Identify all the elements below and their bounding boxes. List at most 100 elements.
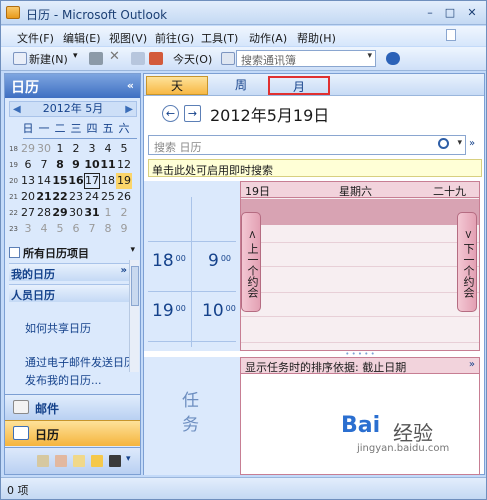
maximize-button[interactable]: □	[441, 6, 459, 20]
help-question-box[interactable]	[446, 29, 456, 41]
mini-calendar-day[interactable]: 31	[84, 205, 100, 221]
calendar-search-input[interactable]: 搜索 日历 ▾	[148, 135, 466, 155]
mini-calendar-day[interactable]: 30	[36, 141, 52, 157]
all-calendar-items-dropdown[interactable]: 所有日历项目 ▾	[9, 245, 137, 263]
collapse-pane-icon[interactable]: «	[127, 79, 134, 92]
collapse-tasks-icon[interactable]: »	[469, 359, 475, 370]
mini-calendar-day[interactable]: 8	[52, 157, 68, 173]
new-dropdown-arrow[interactable]: ▾	[73, 51, 78, 61]
minimize-button[interactable]: –	[421, 6, 439, 20]
mini-calendar-day[interactable]: 4	[100, 141, 116, 157]
mini-calendar-day[interactable]: 7	[36, 157, 52, 173]
menu-edit[interactable]: 编辑(E)	[63, 30, 101, 46]
shortcuts-icon[interactable]	[109, 455, 121, 467]
menu-view[interactable]: 视图(V)	[109, 30, 147, 46]
chevron-down-icon[interactable]: ▾	[367, 51, 372, 61]
mini-calendar-day[interactable]: 6	[20, 157, 36, 173]
notes-icon[interactable]	[73, 455, 85, 467]
print-icon[interactable]	[89, 52, 103, 65]
tab-day[interactable]: 天	[146, 76, 208, 95]
publish-calendar-link[interactable]: 发布我的日历...	[25, 372, 102, 388]
prev-month-icon[interactable]: ◀	[13, 103, 21, 117]
next-day-button[interactable]: →	[184, 105, 201, 122]
next-month-icon[interactable]: ▶	[125, 103, 133, 117]
collapse-group-icon[interactable]: »	[121, 265, 127, 276]
mini-calendar-day[interactable]: 1	[100, 205, 116, 221]
mini-calendar-day[interactable]: 10	[84, 157, 100, 173]
mini-calendar-day[interactable]: 8	[100, 221, 116, 237]
mini-calendar-day[interactable]: 20	[20, 189, 36, 205]
calendar-grid-icon[interactable]	[149, 52, 163, 65]
menu-file[interactable]: 文件(F)	[17, 30, 54, 46]
mini-calendar-day[interactable]: 22	[52, 189, 68, 205]
move-icon[interactable]	[131, 52, 145, 65]
share-calendar-link[interactable]: 如何共享日历	[25, 320, 91, 336]
mini-calendar-day[interactable]: 1	[52, 141, 68, 157]
expand-query-builder-icon[interactable]: »	[469, 138, 475, 149]
contacts-icon[interactable]	[37, 455, 49, 467]
mail-button[interactable]: 邮件	[5, 394, 140, 420]
mini-calendar-day[interactable]: 4	[36, 221, 52, 237]
mini-calendar-day[interactable]: 27	[20, 205, 36, 221]
mini-calendar-day[interactable]: 7	[84, 221, 100, 237]
email-calendar-link[interactable]: 通过电子邮件发送日历	[25, 354, 135, 370]
mini-calendar-day[interactable]: 29	[52, 205, 68, 221]
mini-calendar-day[interactable]: 25	[100, 189, 116, 205]
mini-calendar-day[interactable]: 29	[20, 141, 36, 157]
next-appointment-button[interactable]: > 下一个约会	[457, 212, 477, 312]
mini-calendar-day[interactable]: 14	[36, 173, 52, 189]
mini-calendar-day[interactable]: 5	[116, 141, 132, 157]
mini-calendar-day[interactable]: 5	[52, 221, 68, 237]
mini-calendar-day[interactable]: 2	[116, 205, 132, 221]
menu-help[interactable]: 帮助(H)	[297, 30, 336, 46]
mini-calendar-day[interactable]: 2	[68, 141, 84, 157]
mini-calendar-day[interactable]: 30	[68, 205, 84, 221]
mini-calendar-day[interactable]: 3	[20, 221, 36, 237]
search-address-book-input[interactable]: 搜索通讯簿 ▾	[236, 50, 376, 67]
menu-actions[interactable]: 动作(A)	[249, 30, 287, 46]
mini-calendar-day[interactable]: 26	[116, 189, 132, 205]
menu-go[interactable]: 前往(G)	[155, 30, 194, 46]
mini-calendar-day[interactable]: 12	[116, 157, 132, 173]
prev-appointment-button[interactable]: < 上一个约会	[241, 212, 261, 312]
mini-calendar-day[interactable]: 21	[36, 189, 52, 205]
today-button[interactable]: 今天(O)	[173, 51, 212, 67]
mini-calendar-day[interactable]: 15	[52, 173, 68, 189]
prev-day-button[interactable]: ←	[162, 105, 179, 122]
search-icon[interactable]	[438, 138, 449, 149]
folder-icon[interactable]	[91, 455, 103, 467]
mini-calendar-day[interactable]: 9	[116, 221, 132, 237]
mini-calendar-day[interactable]: 17	[84, 173, 100, 189]
scroll-thumb[interactable]	[131, 266, 139, 306]
menu-tools[interactable]: 工具(T)	[201, 30, 238, 46]
mini-calendar-day[interactable]: 19	[116, 173, 132, 189]
calendar-button[interactable]: 日历	[5, 420, 140, 446]
chevron-down-icon[interactable]: ▾	[130, 245, 135, 255]
new-button[interactable]: 新建(N)	[29, 51, 68, 67]
mini-calendar-day[interactable]: 28	[36, 205, 52, 221]
day-column[interactable]: 19日 星期六 二十九 < 上一个约会 > 下一个约会	[240, 181, 480, 351]
close-button[interactable]: ✕	[463, 6, 481, 20]
chevron-down-icon[interactable]: ▾	[457, 138, 462, 148]
task-pane-header[interactable]: 显示任务时的排序依据: 截止日期 »	[241, 358, 479, 374]
mini-calendar-day[interactable]: 18	[100, 173, 116, 189]
nav-scrollbar[interactable]	[129, 260, 139, 372]
all-day-event-area[interactable]	[241, 199, 479, 225]
my-calendars-group[interactable]: 我的日历 »	[9, 263, 129, 281]
help-icon[interactable]	[386, 52, 400, 65]
mini-calendar-day[interactable]: 24	[84, 189, 100, 205]
tab-month[interactable]: 月	[268, 76, 330, 95]
mini-calendar-day[interactable]: 9	[68, 157, 84, 173]
configure-buttons-icon[interactable]: ▾	[126, 454, 131, 464]
mini-calendar-day[interactable]: 6	[68, 221, 84, 237]
tasks-icon[interactable]	[55, 455, 67, 467]
mini-calendar-day[interactable]: 13	[20, 173, 36, 189]
mini-calendar-day[interactable]: 23	[68, 189, 84, 205]
tab-week[interactable]: 周	[210, 76, 272, 95]
mini-calendar-day[interactable]: 11	[100, 157, 116, 173]
people-calendars-group[interactable]: 人员日历	[9, 284, 129, 302]
mini-calendar-day[interactable]: 3	[84, 141, 100, 157]
instant-search-bar[interactable]: 单击此处可启用即时搜索	[148, 159, 482, 177]
mini-calendar-day[interactable]: 16	[68, 173, 84, 189]
delete-icon[interactable]: ✕	[109, 49, 120, 64]
